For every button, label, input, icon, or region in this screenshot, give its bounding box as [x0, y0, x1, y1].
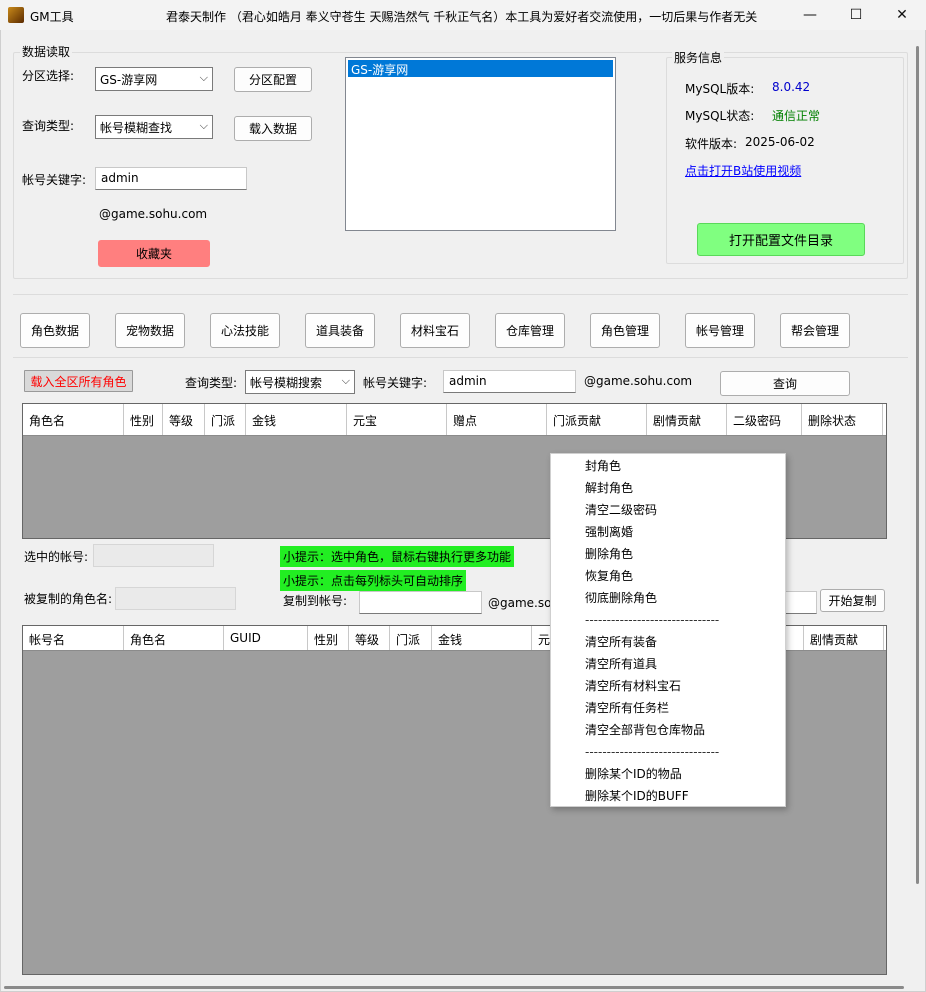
minimize-icon: — — [803, 7, 817, 23]
window-title: GM工具 — [30, 10, 74, 24]
maximize-icon: ☐ — [849, 7, 863, 23]
window-description: 君泰天制作 （君心如皓月 奉义守苍生 天赐浩然气 千秋正气名）本工具为爱好者交流… — [166, 10, 758, 24]
app-icon — [8, 7, 24, 23]
maximize-button[interactable]: ☐ — [833, 0, 879, 30]
minimize-button[interactable]: — — [787, 0, 833, 30]
close-icon: ✕ — [896, 7, 908, 23]
close-button[interactable]: ✕ — [879, 0, 925, 30]
window-border — [0, 30, 926, 992]
